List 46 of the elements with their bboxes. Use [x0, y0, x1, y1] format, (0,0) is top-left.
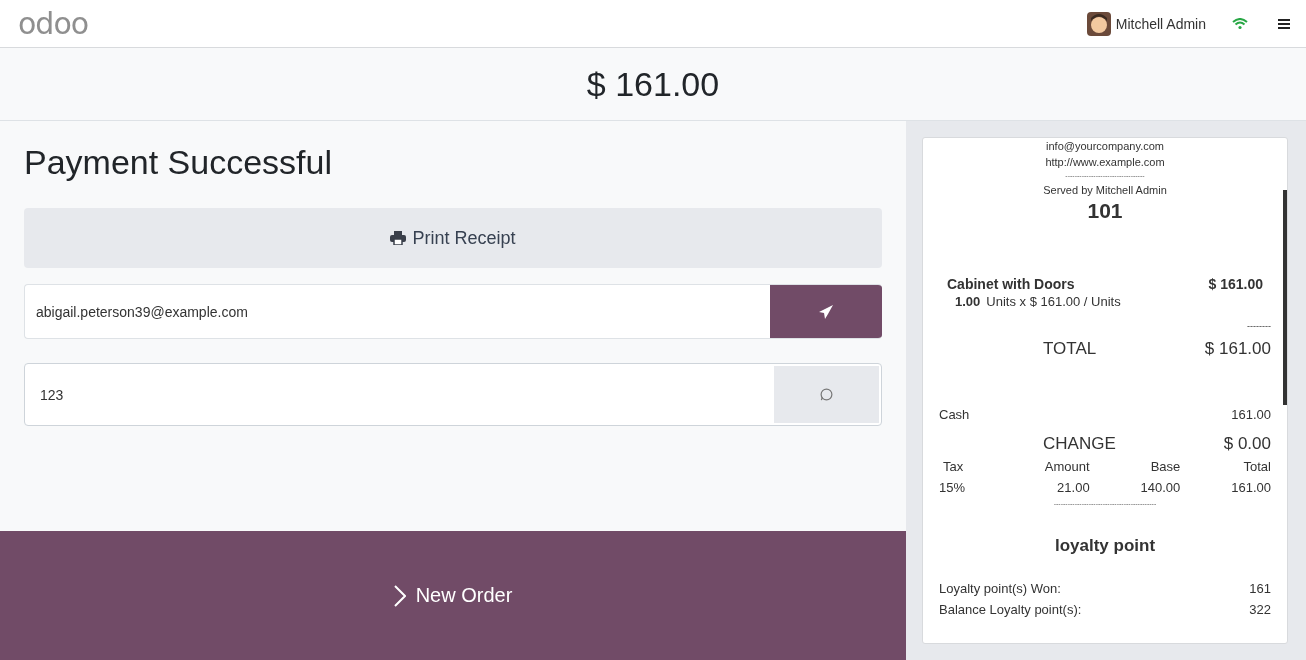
loyalty-value: 322 — [1249, 601, 1271, 619]
wifi-icon — [1232, 17, 1248, 30]
scrollbar[interactable] — [1283, 190, 1287, 405]
payment-title: Payment Successful — [24, 143, 334, 182]
tax-column-header: Tax — [942, 458, 965, 476]
tax-column-header: Base — [1149, 458, 1181, 476]
loyalty-title: loyalty point — [1053, 536, 1157, 556]
change-label: CHANGE — [1043, 434, 1116, 454]
chat-icon — [820, 388, 833, 401]
line-quantity: 1.00 — [955, 294, 981, 309]
loyalty-value: 161 — [1249, 580, 1271, 598]
printer-icon — [390, 231, 407, 245]
total-label: TOTAL — [1043, 339, 1097, 359]
line-price: $ 161.00 — [1208, 276, 1263, 292]
total-separator: -------- — [1247, 321, 1271, 331]
chevron-icon — [393, 584, 406, 607]
tax-column-header: Total — [1242, 458, 1271, 476]
tax-cell-text: 140.00 — [1139, 479, 1181, 497]
avatar-icon[interactable] — [1086, 11, 1111, 36]
phone-field[interactable]: 123 — [24, 363, 882, 426]
tax-cell-text: 161.00 — [1230, 479, 1271, 497]
unit-detail: Units x $ 161.00 / Units — [986, 294, 1121, 309]
menu-icon[interactable] — [1278, 18, 1290, 29]
odoo-logo: odoo — [18, 6, 89, 41]
tax-cell-text: 15% — [939, 479, 967, 497]
receipt-header-line: http://www.example.com — [1044, 155, 1166, 170]
order-number: 101 — [1086, 198, 1124, 224]
loyalty-label: Balance Loyalty point(s): — [939, 601, 1082, 619]
loyalty-label: Loyalty point(s) Won: — [939, 580, 1061, 598]
send-icon — [819, 304, 833, 319]
user-name[interactable]: Mitchell Admin — [1115, 15, 1206, 32]
amount-due: $ 161.00 — [586, 64, 720, 104]
send-button[interactable] — [770, 285, 882, 338]
tax-column-header: Amount — [1043, 458, 1090, 476]
served-by: Served by Mitchell Admin — [1042, 183, 1168, 198]
product-name: Cabinet with Doors — [947, 276, 1075, 292]
print-receipt-button[interactable]: Print Receipt — [24, 208, 882, 268]
new-order-button[interactable]: New Order — [0, 531, 906, 660]
email-field[interactable]: abigail.peterson39@example.com — [24, 284, 882, 339]
change-value: $ 0.00 — [1223, 434, 1271, 454]
payment-method: Cash — [939, 407, 970, 422]
receipt-header-line: info@yourcompany.com — [1045, 139, 1165, 154]
tax-cell-text: 21.00 — [1056, 479, 1090, 497]
payment-amount: 161.00 — [1231, 407, 1271, 422]
total-value: $ 161.00 — [1204, 339, 1271, 359]
whatsapp-button[interactable] — [774, 366, 879, 423]
